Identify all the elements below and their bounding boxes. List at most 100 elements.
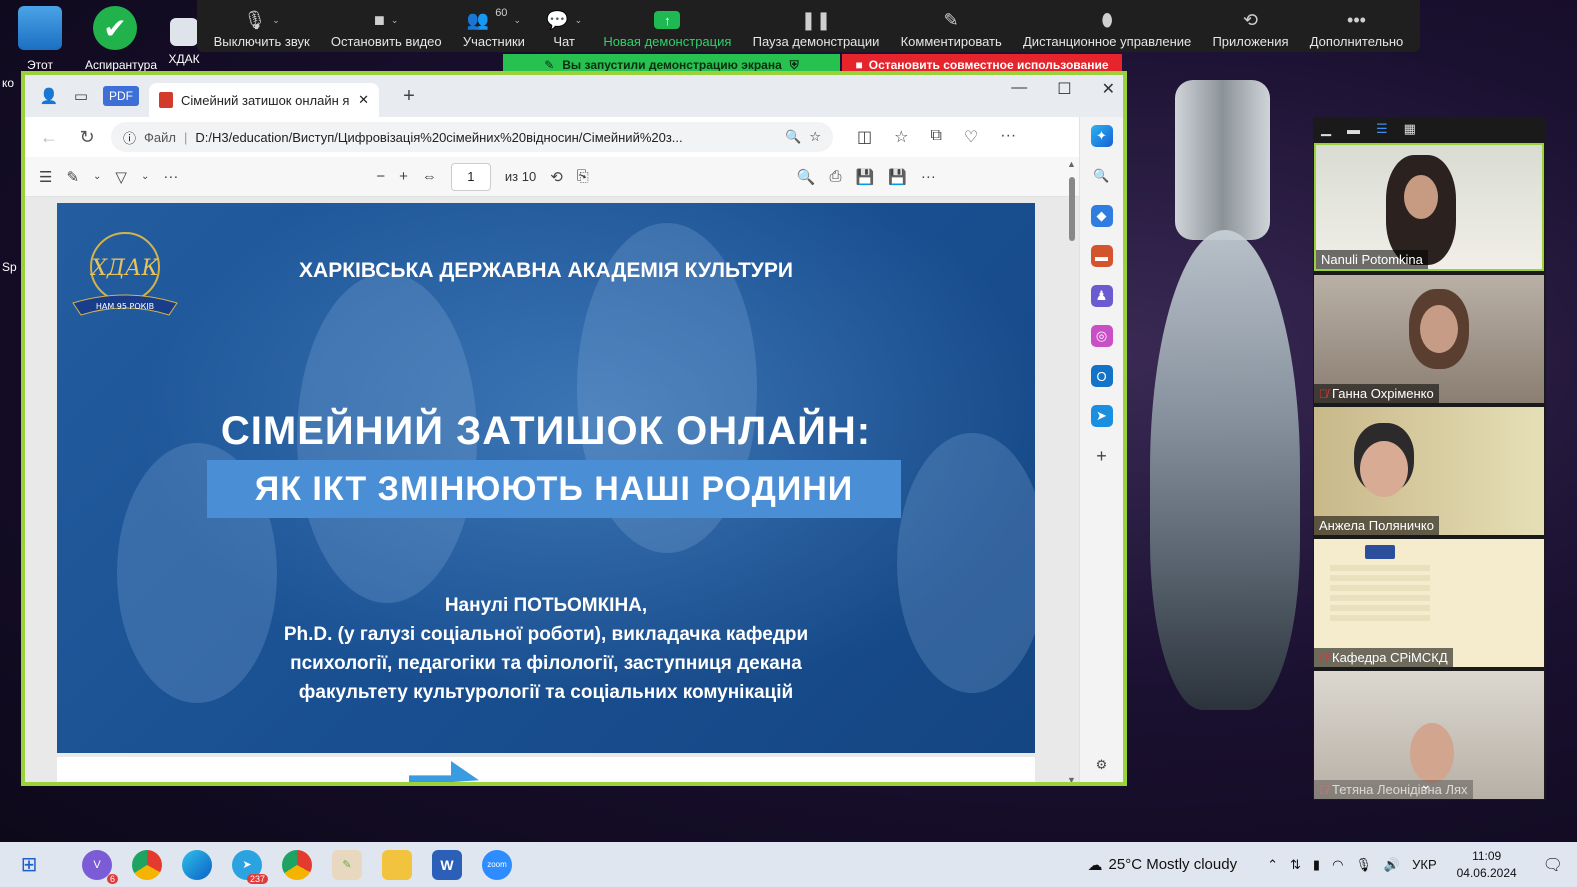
chevron-down-icon[interactable]: ⌄	[141, 171, 149, 182]
chevron-down-icon[interactable]: ⌄	[93, 171, 101, 182]
maximize-icon[interactable]: ☐	[1057, 79, 1071, 99]
wifi-icon[interactable]: ◠	[1332, 857, 1343, 873]
close-icon[interactable]: ✕	[1102, 79, 1115, 99]
highlight-icon[interactable]: ✎	[66, 168, 79, 186]
signal-icon[interactable]: ▮	[1313, 857, 1320, 873]
chrome-profile-icon[interactable]	[282, 849, 312, 880]
shopping-icon[interactable]: ◆	[1090, 205, 1113, 227]
desktop-icon-label: Этот	[27, 58, 53, 72]
refresh-icon[interactable]: ↻	[73, 127, 101, 148]
author-line: факультету культурології та соціальних к…	[298, 682, 794, 703]
url-field[interactable]: ⓘ Файл | D:/H3/education/Виступ/Цифровіз…	[111, 122, 833, 152]
print-icon[interactable]: ⎙	[829, 168, 841, 185]
profile-icon[interactable]: 👤	[33, 82, 65, 110]
chevron-down-icon[interactable]: ⌄	[391, 15, 399, 26]
rotate-icon[interactable]: ⟲	[550, 168, 563, 186]
minimize-icon[interactable]: ▁	[1321, 121, 1331, 137]
chrome-icon[interactable]	[132, 849, 162, 880]
office-icon[interactable]: ◎	[1090, 325, 1113, 347]
scroll-thumb[interactable]	[1069, 177, 1075, 241]
more-button[interactable]: ••• Дополнительно	[1310, 6, 1404, 50]
settings-gear-icon[interactable]: ⚙	[1091, 754, 1113, 776]
zoom-page-icon[interactable]: 🔍	[785, 129, 801, 145]
telegram-icon[interactable]: ➤ 237	[232, 849, 268, 884]
workspaces-icon[interactable]: ▭	[65, 82, 97, 110]
contents-icon[interactable]: ☰	[39, 168, 52, 186]
participant-tile[interactable]: 🎙̸ Тетяна Леонідівна Лях ⌄	[1314, 671, 1544, 799]
back-icon[interactable]: ←	[35, 127, 63, 148]
more-icon[interactable]: ···	[921, 168, 936, 185]
page-number-input[interactable]: 1	[450, 162, 491, 191]
bulb-glass	[1150, 230, 1300, 710]
volume-icon[interactable]: 🔊	[1384, 857, 1400, 873]
file-explorer-icon[interactable]	[382, 849, 412, 880]
favorite-star-icon[interactable]: ☆	[809, 129, 821, 145]
grid-view-icon[interactable]: ▦	[1404, 121, 1416, 137]
chevron-up-icon[interactable]: ⌃	[1267, 857, 1278, 873]
save-as-icon[interactable]: 💾	[888, 168, 907, 186]
annotate-button[interactable]: ✎ Комментировать	[901, 6, 1002, 50]
paint-icon[interactable]: ✎	[332, 849, 362, 880]
search-icon[interactable]: 🔍	[1091, 165, 1113, 187]
chevron-down-icon[interactable]: ⌄	[272, 15, 280, 26]
stop-video-button[interactable]: ■ ⌄ Остановить видео	[331, 6, 442, 50]
minimize-icon[interactable]: —	[1011, 79, 1027, 99]
zoom-in-icon[interactable]: +	[399, 168, 408, 185]
settings-more-icon[interactable]: ···	[1000, 127, 1016, 147]
outlook-icon[interactable]: O	[1090, 365, 1113, 387]
new-tab-button[interactable]: +	[393, 82, 425, 110]
participants-button[interactable]: 👥 60 ⌄ Участники	[463, 6, 525, 49]
close-tab-icon[interactable]: ✕	[358, 92, 369, 108]
participant-tile[interactable]: 🎙̸ Кафедра СРіМСКД	[1314, 539, 1544, 667]
remote-control-button[interactable]: ⬮ Дистанционное управление	[1023, 6, 1191, 50]
participant-tile[interactable]: 🎙̸ Ганна Охріменко	[1314, 275, 1544, 403]
notifications-icon[interactable]: 🗨	[1543, 855, 1563, 875]
chat-button[interactable]: 💬 ⌄ Чат	[546, 6, 583, 50]
draw-icon[interactable]: ▽	[115, 168, 127, 186]
speaker-view-icon[interactable]: ▬	[1347, 122, 1360, 137]
zoom-out-icon[interactable]: −	[376, 168, 385, 185]
fit-page-icon[interactable]: ⇔	[422, 168, 437, 185]
new-share-button[interactable]: ↑ Новая демонстрация	[603, 6, 731, 49]
mute-button[interactable]: 🎙 ⌄ Выключить звук	[214, 6, 310, 50]
apps-button[interactable]: ⟲ Приложения	[1212, 6, 1288, 50]
send-icon[interactable]: ➤	[1090, 405, 1113, 427]
pause-share-button[interactable]: ❚❚ Пауза демонстрации	[753, 6, 880, 50]
word-icon[interactable]: W	[432, 849, 462, 880]
add-icon[interactable]: +	[1091, 445, 1113, 467]
tab-pdf[interactable]: Сімейний затишок онлайн як ІК ✕	[149, 83, 379, 117]
weather-widget[interactable]: ☁ 25°C Mostly cloudy	[1088, 856, 1238, 874]
more-tools-icon[interactable]: ···	[163, 168, 178, 185]
page-view-icon[interactable]: ⎘	[577, 168, 589, 185]
start-windows-icon[interactable]: ⊞	[14, 850, 44, 880]
edge-icon[interactable]	[182, 849, 212, 880]
address-bar: ← ↻ ⓘ Файл | D:/H3/education/Виступ/Цифр…	[25, 117, 1123, 157]
language-indicator[interactable]: УКР	[1412, 857, 1437, 872]
save-icon[interactable]: 💾	[855, 168, 874, 186]
scroll-up-icon[interactable]: ▲	[1067, 159, 1076, 169]
participant-tile[interactable]: Nanuli Potomkina	[1314, 143, 1544, 271]
microphone-tray-icon[interactable]: 🎙	[1355, 857, 1372, 873]
clock[interactable]: 11:09 04.06.2024	[1457, 848, 1517, 882]
chevron-down-icon[interactable]: ⌄	[513, 15, 521, 26]
browser-essentials-icon[interactable]: ♡	[964, 127, 978, 147]
pdf-scrollbar[interactable]: ▲ ▼	[1065, 159, 1079, 782]
viber-icon[interactable]: V6	[82, 849, 118, 884]
split-screen-icon[interactable]: ◫	[857, 127, 872, 147]
zoom-app-icon[interactable]: zoom	[482, 849, 512, 880]
participant-tile[interactable]: Анжела Поляничко	[1314, 407, 1544, 535]
network-icon[interactable]: ⇅	[1290, 857, 1301, 873]
collections-icon[interactable]: ⧉	[930, 127, 941, 147]
desktop-icon-this-pc[interactable]: Этот	[10, 6, 70, 72]
pdf-viewer[interactable]: ХДАК НАМ 95 РОКІВ ХАРКІВСЬКА ДЕРЖАВНА АК…	[25, 197, 1085, 782]
games-icon[interactable]: ♟	[1090, 285, 1113, 307]
favorites-icon[interactable]: ☆	[894, 127, 908, 147]
strip-view-icon[interactable]: ☰	[1376, 121, 1388, 137]
chevron-down-icon[interactable]: ⌄	[575, 15, 583, 26]
tools-icon[interactable]: ▬	[1090, 245, 1113, 267]
desktop-icon-aspirantura[interactable]: ✔ Аспирантура	[85, 6, 157, 72]
chevron-down-icon[interactable]: ⌄	[1420, 776, 1432, 793]
copilot-icon[interactable]: ✦	[1090, 125, 1113, 147]
scroll-down-icon[interactable]: ▼	[1067, 775, 1076, 782]
search-icon[interactable]: 🔍	[797, 168, 816, 186]
